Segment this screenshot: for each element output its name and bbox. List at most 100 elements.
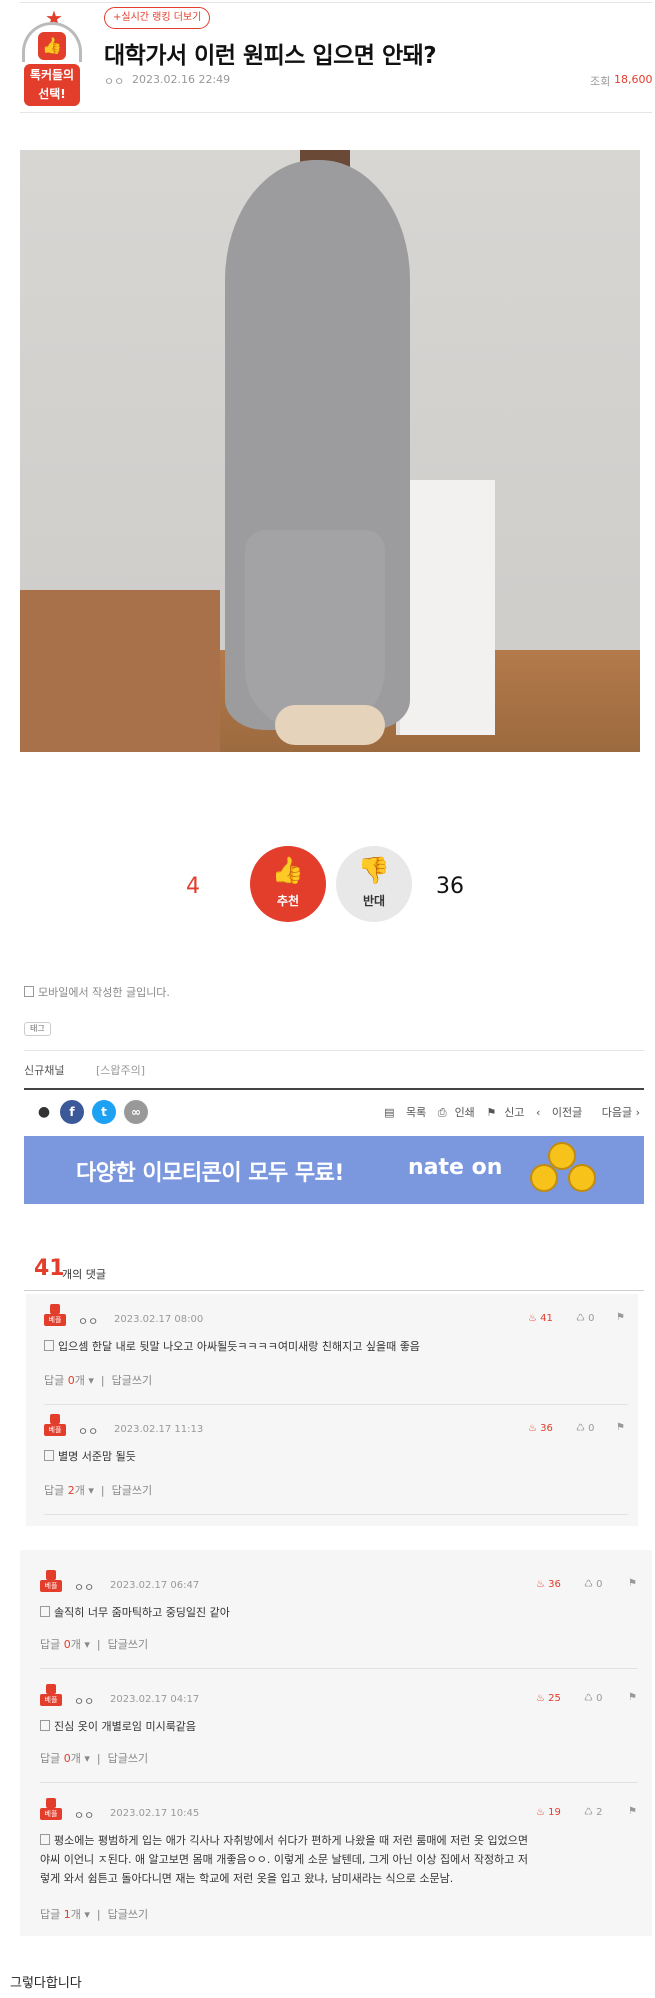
comment-report-icon[interactable]: ⚑ xyxy=(616,1422,625,1433)
comment-body: 별명 서준맘 될듯 xyxy=(58,1450,136,1463)
comment-like-button[interactable]: ♨ 36 xyxy=(536,1579,561,1590)
comment-reply-toggle[interactable]: 답글 0개 ▾ | 답글쓰기 xyxy=(44,1372,152,1388)
list-button[interactable]: ▤ 목록 xyxy=(384,1106,426,1119)
comment-dislike-button[interactable]: ♺ 0 xyxy=(584,1693,603,1704)
comment-body: 솔직히 너무 줌마틱하고 중딩일진 같아 xyxy=(54,1606,230,1619)
twitter-share-icon[interactable]: t xyxy=(92,1100,116,1124)
mobile-note-text: 모바일에서 작성한 글입니다. xyxy=(38,986,170,999)
comment-text: 별명 서준맘 될듯 xyxy=(44,1447,136,1466)
nateon-banner[interactable]: 다양한 이모티콘이 모두 무료! nate on xyxy=(24,1136,644,1204)
comment-dislike-button[interactable]: ♺ 0 xyxy=(576,1313,595,1324)
comment-report-icon[interactable]: ⚑ xyxy=(628,1692,637,1703)
mobile-icon xyxy=(40,1606,50,1617)
banner-text: 다양한 이모티콘이 모두 무료! xyxy=(76,1161,344,1186)
comment-report-icon[interactable]: ⚑ xyxy=(628,1806,637,1817)
print-button[interactable]: ⎙ 인쇄 xyxy=(438,1106,475,1119)
comment-reply-toggle[interactable]: 답글 0개 ▾ | 답글쓰기 xyxy=(40,1636,148,1652)
thumbs-up-icon xyxy=(46,1798,56,1808)
write-reply-link[interactable]: 답글쓰기 xyxy=(108,1908,148,1921)
write-reply-link[interactable]: 답글쓰기 xyxy=(108,1638,148,1651)
comment-author: ㅇㅇ xyxy=(74,1581,95,1594)
share-bar: ● f t ∞ ▤ 목록 ⎙ 인쇄 ⚑ 신고 ‹ 이전글 다음글 › xyxy=(24,1098,644,1126)
comment-body: 입으셈 한달 내로 뒷말 나오고 아싸될듯ㅋㅋㅋㅋ여미새랑 친해지고 싶을때 좋… xyxy=(58,1340,420,1353)
prev-label: 이전글 xyxy=(551,1106,583,1119)
comment-date: 2023.02.17 10:45 xyxy=(110,1808,200,1819)
post-title: 대학가서 이런 원피스 입으면 안돼? xyxy=(104,43,437,69)
comment-report-icon[interactable]: ⚑ xyxy=(628,1578,637,1589)
badge-label: 톡커들의 선택! xyxy=(24,64,80,106)
comment-dislike-button[interactable]: ♺ 0 xyxy=(584,1579,603,1590)
reply-count: 2 xyxy=(67,1484,75,1497)
views-count: 18,600 xyxy=(614,73,653,86)
mobile-icon xyxy=(40,1720,50,1731)
divider xyxy=(24,1050,644,1051)
post-photo xyxy=(20,150,640,752)
comment-report-icon[interactable]: ⚑ xyxy=(616,1312,625,1323)
comment-dislikes: 0 xyxy=(588,1423,595,1434)
reply-label: 답글 xyxy=(44,1374,65,1387)
comment-body-line-1: 평소에는 평범하게 입는 애가 긱사나 자취방에서 쉬다가 편하게 나왔을 때 … xyxy=(40,1831,640,1850)
mobile-icon xyxy=(24,986,34,997)
post-date: 2023.02.16 22:49 xyxy=(132,73,231,86)
comment-reply-toggle[interactable]: 답글 1개 ▾ | 답글쓰기 xyxy=(40,1906,148,1922)
divider-dark xyxy=(24,1088,644,1090)
comment-reply-toggle[interactable]: 답글 0개 ▾ | 답글쓰기 xyxy=(40,1750,148,1766)
photo-white-pedestal xyxy=(400,480,495,735)
badge-label-bottom: 선택! xyxy=(38,87,66,101)
report-button[interactable]: ⚑ 신고 xyxy=(486,1106,524,1119)
comment-text: 진심 옷이 개별로임 미시룩같음 xyxy=(40,1717,196,1736)
kakao-share-icon[interactable]: ● xyxy=(32,1100,56,1124)
comment-date: 2023.02.17 11:13 xyxy=(114,1424,204,1435)
top-rule xyxy=(20,2,652,3)
comment-reply-toggle[interactable]: 답글 2개 ▾ | 답글쓰기 xyxy=(44,1482,152,1498)
comment-author: ㅇㅇ xyxy=(78,1425,99,1438)
comment-body-line-3: 렇게 와서 쉼튼고 돌아다니면 재는 학교에 저런 옷을 입고 왔냐, 남미새라… xyxy=(40,1872,454,1885)
best-label: 베플 xyxy=(40,1808,62,1820)
write-reply-link[interactable]: 답글쓰기 xyxy=(108,1752,148,1765)
views-label: 조회 xyxy=(590,75,611,88)
tag-chip[interactable]: 태그 xyxy=(24,1022,51,1036)
comment-dislikes: 0 xyxy=(588,1313,595,1324)
comments-label: 개의 댓글 xyxy=(62,1268,106,1281)
reply-label: 답글 xyxy=(40,1638,61,1651)
comment-like-button[interactable]: ♨ 41 xyxy=(528,1313,553,1324)
downvote-button[interactable]: 👎 반대 xyxy=(336,846,412,922)
realtime-ranking-link[interactable]: +실시간 랭킹 더보기 xyxy=(104,7,211,29)
comment-item: 베플 ㅇㅇ 2023.02.17 06:47 ♨ 36 ♺ 0 ⚑ 솔직히 너무… xyxy=(40,1570,640,1670)
comment-item: 베플 ㅇㅇ 2023.02.17 08:00 ♨ 41 ♺ 0 ⚑ 입으셈 한달… xyxy=(44,1304,628,1405)
tokker-choice-badge: ★ 👍 톡커들의 선택! xyxy=(20,8,84,108)
comment-like-button[interactable]: ♨ 25 xyxy=(536,1693,561,1704)
closing-text: 그렇다합니다 xyxy=(10,1976,82,1991)
reply-label: 답글 xyxy=(40,1908,61,1921)
write-reply-link[interactable]: 답글쓰기 xyxy=(112,1374,152,1387)
mobile-icon xyxy=(40,1834,50,1845)
link-copy-icon[interactable]: ∞ xyxy=(124,1100,148,1124)
channel-value[interactable]: [스왑주의] xyxy=(96,1062,145,1078)
reply-count: 0 xyxy=(67,1374,75,1387)
mobile-icon xyxy=(44,1450,54,1461)
write-reply-link[interactable]: 답글쓰기 xyxy=(112,1484,152,1497)
upvote-button[interactable]: 👍 추천 xyxy=(250,846,326,922)
thumbs-up-icon xyxy=(50,1304,60,1314)
comment-divider xyxy=(44,1404,628,1405)
reply-unit: 개 xyxy=(70,1638,81,1651)
comment-like-button[interactable]: ♨ 19 xyxy=(536,1807,561,1818)
comment-text: 입으셈 한달 내로 뒷말 나오고 아싸될듯ㅋㅋㅋㅋ여미새랑 친해지고 싶을때 좋… xyxy=(44,1337,420,1356)
comment-dislike-button[interactable]: ♺ 2 xyxy=(584,1807,603,1818)
reply-count: 0 xyxy=(63,1752,71,1765)
reply-unit: 개 xyxy=(70,1908,81,1921)
comment-like-button[interactable]: ♨ 36 xyxy=(528,1423,553,1434)
prev-post-button[interactable]: ‹ 이전글 xyxy=(536,1106,582,1119)
comment-divider xyxy=(40,1782,638,1783)
facebook-share-icon[interactable]: f xyxy=(60,1100,84,1124)
thumbs-up-icon xyxy=(46,1684,56,1694)
photo-dress-hem xyxy=(245,530,385,730)
reply-count: 1 xyxy=(63,1908,71,1921)
comment-dislike-button[interactable]: ♺ 0 xyxy=(576,1423,595,1434)
post-actions: ▤ 목록 ⎙ 인쇄 ⚑ 신고 ‹ 이전글 다음글 › xyxy=(376,1104,640,1120)
print-label: 인쇄 xyxy=(454,1106,475,1119)
comment-text: 평소에는 평범하게 입는 애가 긱사나 자취방에서 쉬다가 편하게 나왔을 때 … xyxy=(40,1831,640,1888)
next-post-button[interactable]: 다음글 › xyxy=(594,1106,640,1119)
thumbs-up-icon xyxy=(46,1570,56,1580)
best-label: 베플 xyxy=(44,1424,66,1436)
